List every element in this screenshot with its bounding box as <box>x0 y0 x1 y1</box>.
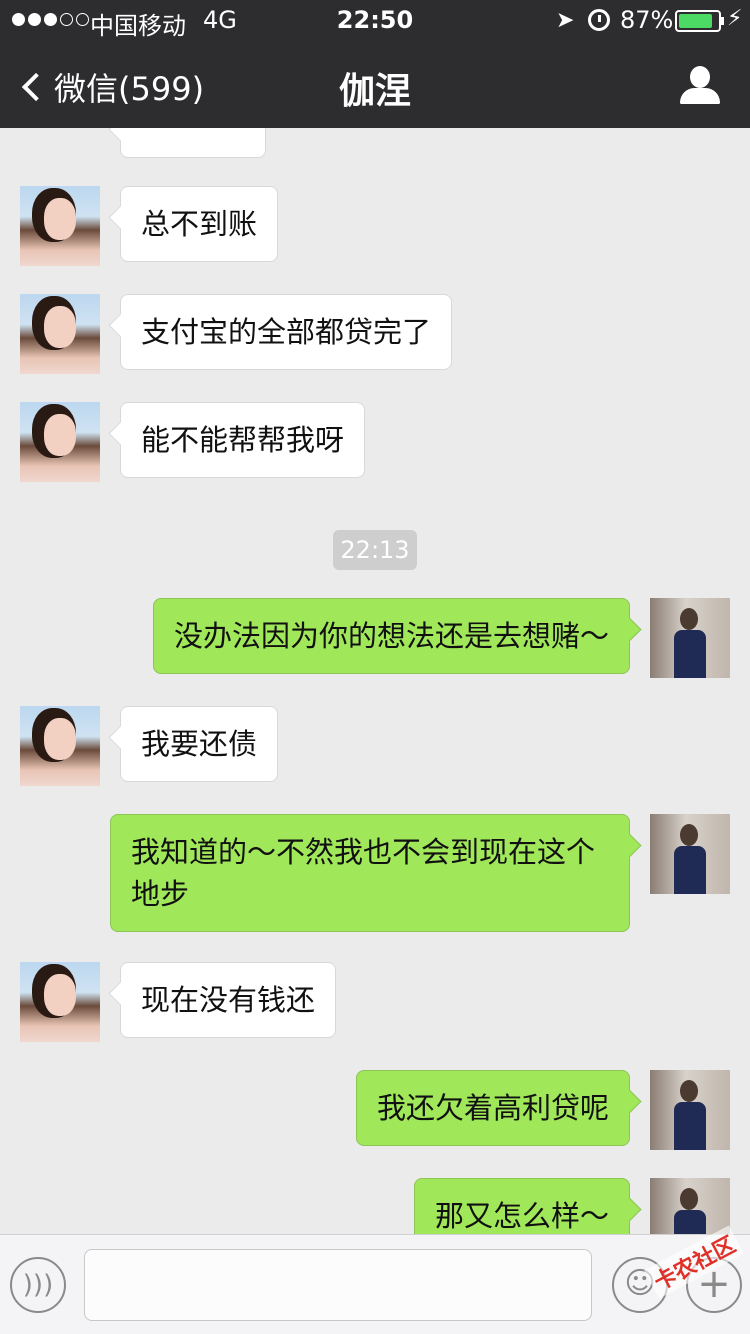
contact-avatar[interactable] <box>20 186 100 266</box>
battery-percent: 87% <box>620 6 674 34</box>
message-bubble-incoming[interactable]: 支付宝的全部都贷完了 <box>120 294 453 370</box>
wechat-chat-screen: 中国移动 4G 22:50 ➤ 87% ⚡ 微信(599) 伽涅 总不到账 支付… <box>0 0 750 1334</box>
battery-icon <box>675 10 721 32</box>
message-bubble-outgoing[interactable]: 我知道的～不然我也不会到现在这个地步 <box>110 814 630 932</box>
contact-avatar[interactable] <box>20 706 100 786</box>
charging-icon: ⚡ <box>727 6 743 31</box>
timestamp-divider: 22:13 <box>333 530 417 570</box>
message-bubble-outgoing[interactable]: 没办法因为你的想法还是去想赌～ <box>152 598 630 674</box>
status-bar: 中国移动 4G 22:50 ➤ 87% ⚡ <box>0 0 750 40</box>
my-avatar[interactable] <box>650 814 730 894</box>
voice-icon[interactable]: ))) <box>10 1257 66 1313</box>
my-avatar[interactable] <box>650 598 730 678</box>
message-bubble-incoming[interactable]: 能不能帮帮我呀 <box>120 402 366 478</box>
message-input[interactable] <box>84 1249 592 1321</box>
contact-avatar[interactable] <box>20 962 100 1042</box>
message-bubble-partial <box>120 128 266 158</box>
contact-avatar[interactable] <box>20 294 100 374</box>
message-list[interactable]: 总不到账 支付宝的全部都贷完了 能不能帮帮我呀 22:13 没办法因为你的想法还… <box>0 128 750 1234</box>
message-bubble-outgoing[interactable]: 我还欠着高利贷呢 <box>355 1070 630 1146</box>
alarm-icon <box>588 9 610 31</box>
contact-info-icon[interactable] <box>680 66 720 104</box>
input-bar: ))) ☺ + <box>0 1234 750 1334</box>
top-bar: 中国移动 4G 22:50 ➤ 87% ⚡ 微信(599) 伽涅 <box>0 0 750 128</box>
contact-avatar[interactable] <box>20 402 100 482</box>
my-avatar[interactable] <box>650 1178 730 1234</box>
my-avatar[interactable] <box>650 1070 730 1150</box>
message-bubble-incoming[interactable]: 现在没有钱还 <box>120 962 337 1038</box>
chat-title: 伽涅 <box>338 71 411 112</box>
location-arrow-icon: ➤ <box>556 8 575 33</box>
message-bubble-outgoing[interactable]: 那又怎么样～ <box>413 1178 630 1234</box>
message-bubble-incoming[interactable]: 总不到账 <box>120 186 279 262</box>
message-bubble-incoming[interactable]: 我要还债 <box>120 706 279 782</box>
